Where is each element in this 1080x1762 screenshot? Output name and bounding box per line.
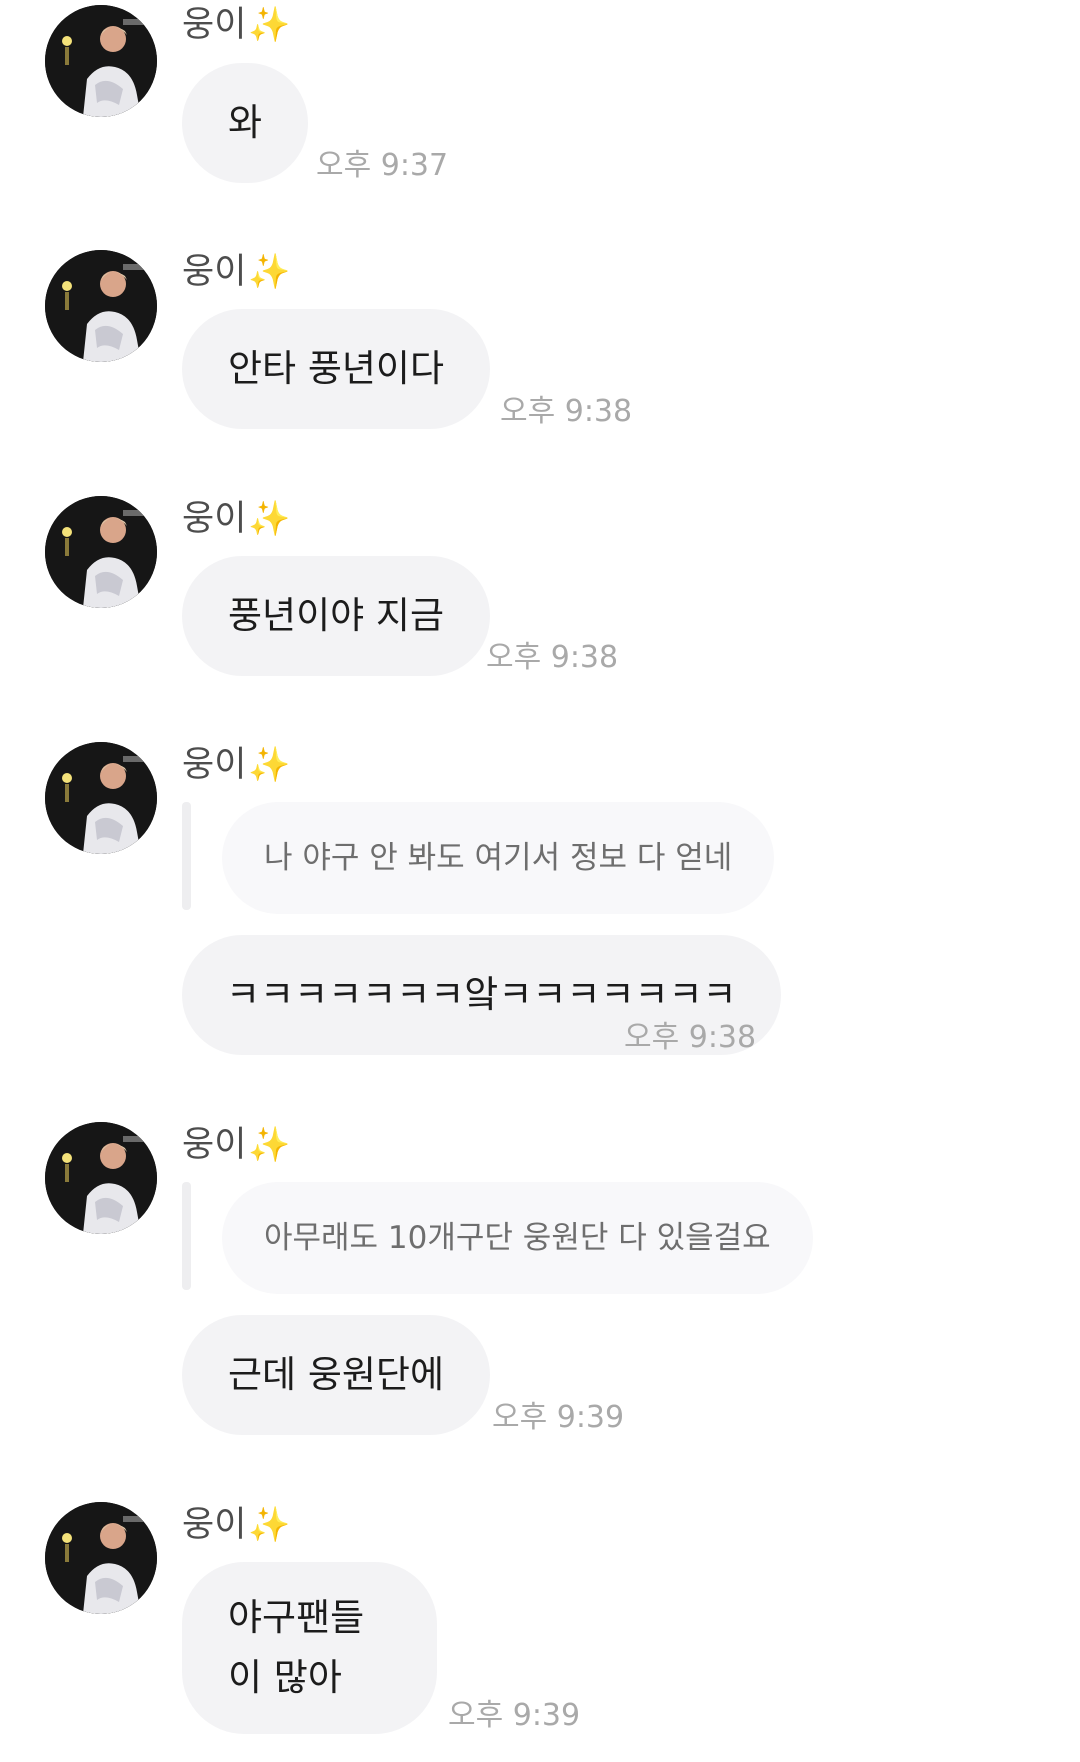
sender-name: 웅이✨ (182, 5, 291, 45)
avatar[interactable] (45, 496, 157, 608)
avatar[interactable] (45, 250, 157, 362)
avatar[interactable] (45, 1122, 157, 1234)
reply-indicator (182, 1182, 191, 1290)
message-time: 오후 9:39 (448, 1698, 581, 1733)
message-time: 오후 9:38 (500, 394, 633, 429)
sender-name: 웅이✨ (182, 1505, 291, 1545)
sender-name: 웅이✨ (182, 499, 291, 539)
message-time: 오후 9:38 (486, 640, 619, 675)
sparkle-icon: ✨ (248, 1125, 291, 1165)
sparkle-icon: ✨ (248, 252, 291, 292)
message-bubble[interactable]: 야구팬들이 많아 (182, 1562, 437, 1734)
quoted-message[interactable]: 아무래도 10개구단 웅원단 다 있을걸요 (222, 1182, 813, 1294)
sender-name: 웅이✨ (182, 252, 291, 292)
sparkle-icon: ✨ (248, 5, 291, 45)
message-bubble[interactable]: 근데 웅원단에 (182, 1315, 491, 1435)
reply-indicator (182, 802, 191, 910)
avatar[interactable] (45, 5, 157, 117)
message-time: 오후 9:38 (624, 1020, 757, 1055)
sparkle-icon: ✨ (248, 499, 291, 539)
sparkle-icon: ✨ (248, 1505, 291, 1545)
avatar[interactable] (45, 1502, 157, 1614)
message-time: 오후 9:39 (492, 1400, 625, 1435)
avatar[interactable] (45, 742, 157, 854)
sender-name: 웅이✨ (182, 745, 291, 785)
sender-name: 웅이✨ (182, 1125, 291, 1165)
message-time: 오후 9:37 (316, 148, 449, 183)
message-bubble[interactable]: 안타 풍년이다 (182, 309, 491, 429)
message-bubble[interactable]: 풍년이야 지금 (182, 556, 491, 676)
sparkle-icon: ✨ (248, 745, 291, 785)
message-bubble[interactable]: 와 (182, 63, 309, 183)
quoted-message[interactable]: 나 야구 안 봐도 여기서 정보 다 얻네 (222, 802, 775, 914)
